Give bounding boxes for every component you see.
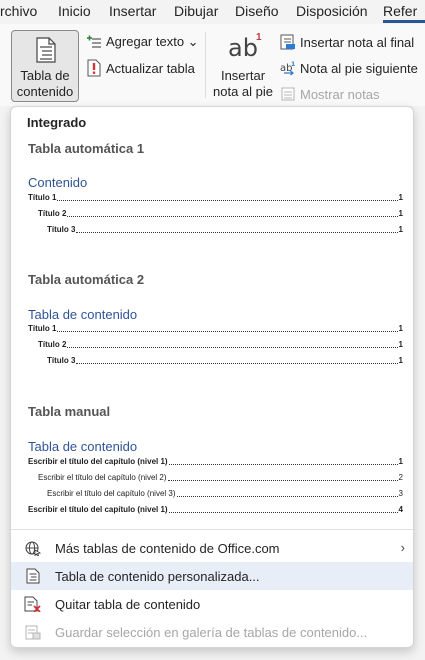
gallery-item-manual[interactable]: Tabla de contenido Escribir el título de… [23,433,405,523]
toc-button-label-line1: Tabla de [20,68,70,83]
tab-disposicion[interactable]: Disposición [296,3,368,19]
custom-toc-label: Tabla de contenido personalizada... [55,568,260,584]
tab-inicio[interactable]: Inicio [58,3,91,19]
toc-preview-heading: Contenido [28,175,88,190]
update-table-label: Actualizar tabla [106,60,195,76]
show-notes-label: Mostrar notas [300,86,380,102]
menu-divider [11,529,413,530]
table-of-contents-button[interactable]: Tabla de contenido ⌄ [11,30,79,115]
svg-text:1: 1 [291,61,295,68]
table-of-contents-dropdown: Integrado Tabla automática 1 Contenido T… [10,106,414,648]
update-table-button[interactable]: Actualizar tabla [86,58,195,78]
active-tab-indicator [383,20,425,23]
save-to-gallery-label: Guardar selección en galería de tablas d… [55,624,368,640]
ribbon: Tabla de contenido ⌄ Agregar texto ⌄ Act… [0,24,425,115]
toc-preview-line: Escribir el título del capítulo (nivel 3… [47,489,403,498]
ribbon-separator [205,32,206,98]
chevron-right-icon: › [400,540,405,555]
tab-referencias[interactable]: Refer [383,3,417,19]
toc-preview-line: Título 31 [47,356,403,365]
add-text-button[interactable]: Agregar texto ⌄ [86,32,199,52]
toc-preview-line: Título 11 [28,193,403,202]
footnote-icon: ab [228,34,258,62]
show-notes-icon [281,87,295,101]
insert-footnote-button[interactable]: ab 1 Insertar nota al pie [210,32,276,102]
show-notes-button[interactable]: Mostrar notas [280,84,379,104]
gallery-item-automatic-1[interactable]: Contenido Título 11 Título 21 Título 31 [23,169,405,243]
next-footnote-label: Nota al pie siguiente [300,60,418,76]
tab-dibujar[interactable]: Dibujar [174,3,218,19]
tab-archivo[interactable]: rchivo [0,3,37,19]
remove-toc-item[interactable]: Quitar tabla de contenido [11,590,413,618]
custom-toc-icon [11,568,55,584]
section-title-automatic-1: Tabla automática 1 [28,141,145,156]
gallery-item-automatic-2[interactable]: Tabla de contenido Título 11 Título 21 T… [23,301,405,375]
toc-preview-line: Título 21 [38,209,403,218]
save-to-gallery-item[interactable]: Guardar selección en galería de tablas d… [11,618,413,646]
toc-preview-heading: Tabla de contenido [28,307,138,322]
remove-toc-label: Quitar tabla de contenido [55,596,201,612]
custom-toc-item[interactable]: Tabla de contenido personalizada... [11,562,413,590]
add-text-icon [87,35,101,48]
update-table-icon [87,59,101,77]
remove-toc-icon [11,596,55,612]
save-gallery-icon [11,624,55,640]
section-title-manual: Tabla manual [28,404,111,419]
toc-preview-line: Título 11 [28,324,403,333]
ribbon-tab-bar: rchivo Inicio Insertar Dibujar Diseño Di… [0,0,425,24]
section-title-automatic-2: Tabla automática 2 [28,272,145,287]
globe-icon [11,540,55,556]
toc-preview-line: Escribir el título del capítulo (nivel 2… [38,473,403,482]
tab-insertar[interactable]: Insertar [109,3,156,19]
toc-preview-line: Título 21 [38,340,403,349]
toc-preview-line: Escribir el título del capítulo (nivel 1… [28,505,403,514]
next-footnote-button[interactable]: ab 1 Nota al pie siguiente [280,58,418,78]
more-tocs-office-com[interactable]: Más tablas de contenido de Office.com › [11,534,413,562]
insert-footnote-line2: nota al pie [213,84,273,99]
footnote-superscript: 1 [256,32,262,43]
table-of-contents-icon [35,37,57,68]
insert-endnote-button[interactable]: Insertar nota al final [280,32,414,52]
toc-preview-line: Escribir el título del capítulo (nivel 1… [28,457,403,466]
insert-endnote-icon [280,34,295,50]
tab-diseno[interactable]: Diseño [235,3,279,19]
toc-preview-heading: Tabla de contenido [28,439,138,454]
add-text-label: Agregar texto ⌄ [106,34,199,49]
more-tocs-label: Más tablas de contenido de Office.com [55,540,280,556]
next-footnote-icon: ab 1 [280,61,295,76]
insert-footnote-line1: Insertar [220,68,266,83]
toc-preview-line: Título 31 [47,225,403,234]
insert-endnote-label: Insertar nota al final [300,34,415,50]
gallery-header: Integrado [27,115,87,130]
